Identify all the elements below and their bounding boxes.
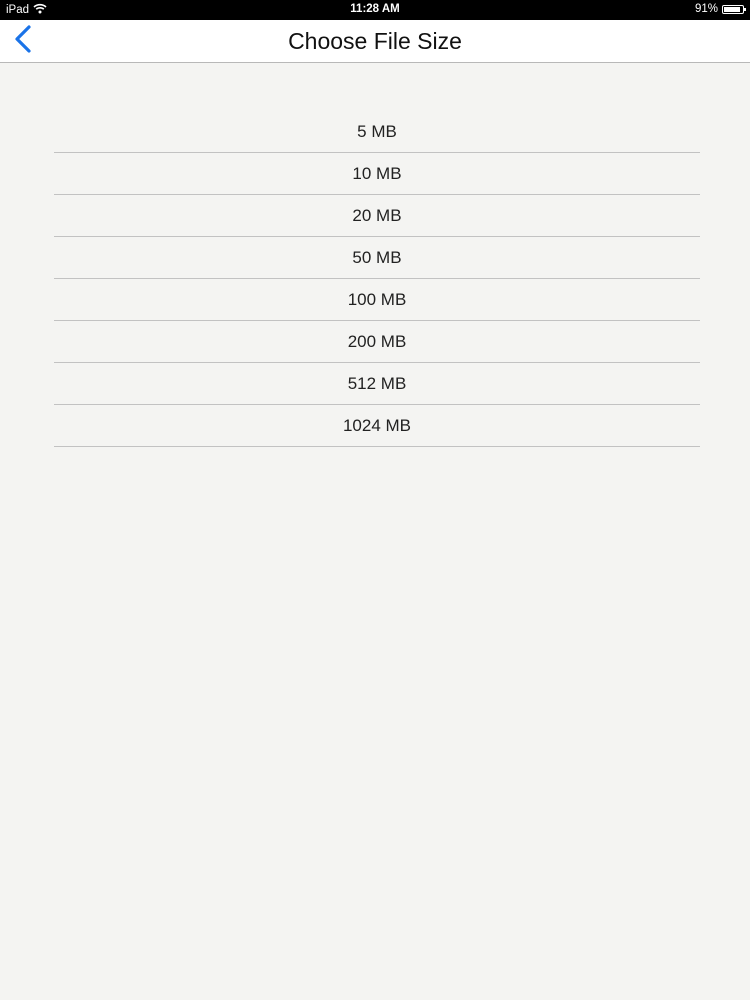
- file-size-option[interactable]: 50 MB: [54, 237, 700, 279]
- status-time: 11:28 AM: [350, 3, 400, 15]
- file-size-option[interactable]: 200 MB: [54, 321, 700, 363]
- file-size-option[interactable]: 5 MB: [54, 111, 700, 153]
- file-size-option[interactable]: 10 MB: [54, 153, 700, 195]
- file-size-option[interactable]: 20 MB: [54, 195, 700, 237]
- page-title: Choose File Size: [288, 28, 462, 54]
- file-size-list: 5 MB 10 MB 20 MB 50 MB 100 MB 200 MB 512 MB 102…: [54, 111, 700, 447]
- battery-fill: [724, 6, 740, 12]
- file-size-option[interactable]: 100 MB: [54, 279, 700, 321]
- status-bar: iPad 11:28 AM 91%: [0, 0, 750, 20]
- file-size-option[interactable]: 512 MB: [54, 363, 700, 405]
- status-right: 91%: [694, 3, 746, 15]
- battery-percent: 91%: [694, 3, 718, 15]
- navigation-bar: Choose File Size: [0, 20, 750, 63]
- file-size-option[interactable]: 1024 MB: [54, 405, 700, 447]
- battery-icon: [722, 4, 746, 14]
